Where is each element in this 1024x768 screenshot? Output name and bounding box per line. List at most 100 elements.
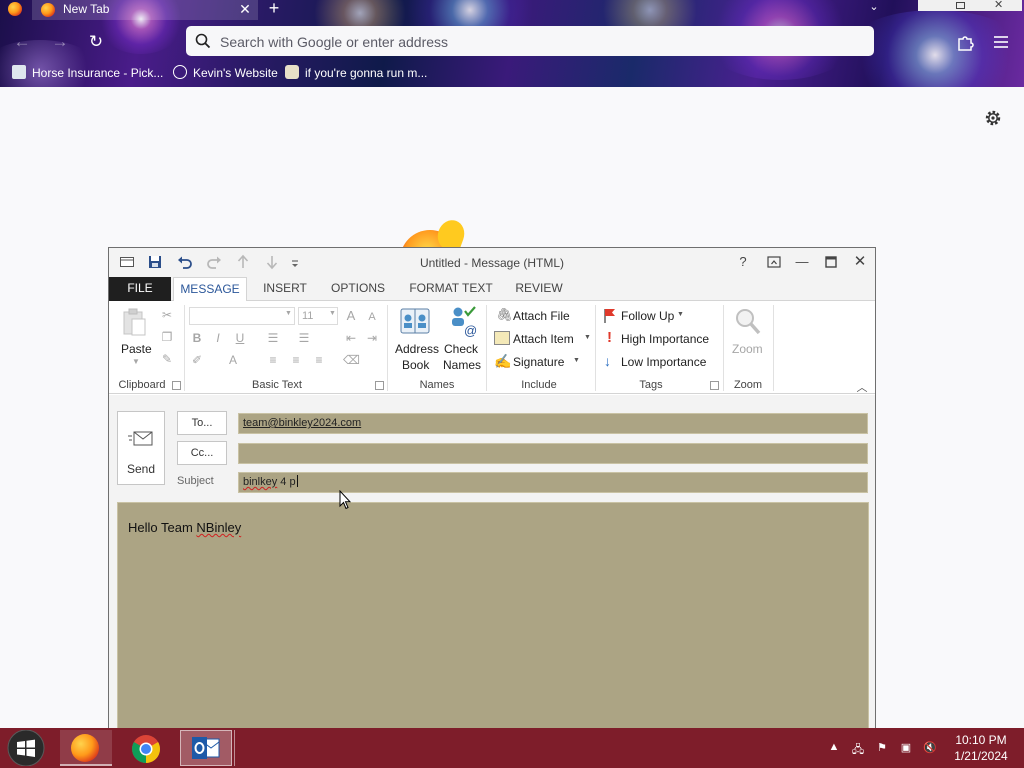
highlight-icon[interactable]: ✐ xyxy=(189,352,205,368)
maximize-icon[interactable] xyxy=(822,254,840,270)
tab-message[interactable]: MESSAGE xyxy=(173,277,247,302)
taskbar-firefox[interactable] xyxy=(60,730,112,766)
back-arrow-icon[interactable]: ← xyxy=(11,31,33,53)
shrink-font-icon[interactable]: A xyxy=(364,309,380,325)
mouse-pointer-icon xyxy=(339,490,351,510)
hamburger-menu-icon[interactable] xyxy=(991,32,1011,52)
ribbon-tab-bar: FILE MESSAGE INSERT OPTIONS FORMAT TEXT … xyxy=(109,277,875,302)
tab-title: New Tab xyxy=(63,2,110,16)
copy-icon[interactable]: ❐ xyxy=(159,329,175,345)
tab-file[interactable]: FILE xyxy=(109,277,171,301)
body-greeting: Hello Team xyxy=(128,520,197,535)
close-icon[interactable]: ✕ xyxy=(851,254,869,270)
bookmark-label: if you're gonna run m... xyxy=(305,66,428,80)
chevron-down-icon[interactable]: ⌄ xyxy=(866,0,882,16)
recipient-address: team@binkley2024.com xyxy=(243,417,362,429)
font-name-box[interactable]: ▼ xyxy=(189,307,295,325)
bookmark-item[interactable]: Horse Insurance - Pick... xyxy=(12,64,163,82)
tab-insert[interactable]: INSERT xyxy=(257,277,313,301)
check-names-label: Names xyxy=(443,358,482,372)
font-color-button[interactable]: A xyxy=(225,352,241,368)
numbering-icon[interactable]: ☰ xyxy=(296,330,312,346)
bookmark-item[interactable]: Kevin's Website xyxy=(173,64,278,82)
close-icon[interactable]: ✕ xyxy=(994,0,1003,11)
tab-options[interactable]: OPTIONS xyxy=(323,277,393,301)
decrease-indent-icon[interactable]: ⇤ xyxy=(343,330,359,346)
follow-up-button[interactable]: Follow Up ▼ xyxy=(601,307,691,325)
firefox-toolbar-area: New Tab ✕ + ⌄ ✕ ← → ↻ Search with Google… xyxy=(0,0,1024,87)
group-label-zoom: Zoom xyxy=(733,379,763,391)
gear-icon[interactable] xyxy=(983,108,1003,128)
show-hidden-icons-icon[interactable]: ▲ xyxy=(826,741,842,757)
bookmark-item[interactable]: if you're gonna run m... xyxy=(285,64,427,82)
speaker-muted-icon[interactable]: 🔇 xyxy=(922,741,938,757)
subject-field[interactable]: binlkey 4 p xyxy=(238,472,868,493)
font-size-box[interactable]: 11 ▼ xyxy=(298,307,338,325)
signature-button[interactable]: ✍ Signature ▼ xyxy=(493,353,589,371)
send-button[interactable]: Send xyxy=(117,411,165,485)
tab-new-tab[interactable]: New Tab ✕ xyxy=(32,0,258,20)
help-button[interactable]: ? xyxy=(734,254,752,270)
system-clock[interactable]: 10:10 PM 1/21/2024 xyxy=(948,732,1014,764)
group-divider xyxy=(387,305,388,391)
start-button[interactable] xyxy=(0,728,52,768)
low-importance-label: Low Importance xyxy=(621,355,707,369)
bold-button[interactable]: B xyxy=(189,330,205,346)
cc-button[interactable]: Cc... xyxy=(177,441,227,465)
cc-field[interactable] xyxy=(238,443,868,464)
zoom-button[interactable]: Zoom xyxy=(728,305,770,375)
grow-font-icon[interactable]: A xyxy=(343,308,359,324)
subject-text: 4 p xyxy=(277,476,296,488)
magnifier-icon xyxy=(736,309,761,335)
taskbar-outlook[interactable] xyxy=(180,730,232,766)
tab-review[interactable]: REVIEW xyxy=(509,277,569,301)
increase-indent-icon[interactable]: ⇥ xyxy=(364,330,380,346)
paste-button[interactable]: Paste ▼ xyxy=(113,305,157,373)
collapse-ribbon-icon[interactable]: ︿ xyxy=(855,379,869,394)
cut-icon[interactable]: ✂ xyxy=(159,307,175,323)
high-importance-button[interactable]: ! High Importance xyxy=(601,329,721,348)
high-importance-icon: ! xyxy=(607,329,612,346)
firefox-logo-icon xyxy=(71,734,99,762)
check-names-button[interactable]: @ Check Names xyxy=(440,305,482,375)
attach-item-button[interactable]: Attach Item ▼ xyxy=(493,330,595,348)
signature-label: Signature xyxy=(513,355,565,369)
clock-time: 10:10 PM xyxy=(955,733,1007,747)
extensions-icon[interactable] xyxy=(955,32,975,52)
window-title: Untitled - Message (HTML) xyxy=(419,256,565,270)
close-icon[interactable]: ✕ xyxy=(236,0,254,18)
action-center-flag-icon[interactable]: ⚑ xyxy=(874,741,890,757)
italic-button[interactable]: I xyxy=(210,330,226,346)
attach-file-button[interactable]: 🖇 Attach File xyxy=(493,307,589,325)
format-painter-icon[interactable]: ✎ xyxy=(159,351,175,367)
message-body[interactable]: Hello Team NBinley xyxy=(117,502,869,736)
taskbar-chrome[interactable] xyxy=(120,730,172,766)
ribbon-display-options-icon[interactable] xyxy=(765,254,783,270)
restore-icon[interactable] xyxy=(956,2,965,9)
address-book-button[interactable]: Address Book xyxy=(392,305,439,375)
underline-button[interactable]: U xyxy=(232,330,248,346)
align-right-icon[interactable]: ≡ xyxy=(311,352,327,368)
new-tab-button[interactable]: + xyxy=(264,0,284,18)
to-button[interactable]: To... xyxy=(177,411,227,435)
minimize-button[interactable]: — xyxy=(793,254,811,270)
bookmark-favicon-icon xyxy=(285,65,299,79)
reload-icon[interactable]: ↻ xyxy=(85,31,107,53)
low-importance-button[interactable]: ↓ Low Importance xyxy=(601,353,721,371)
network-icon[interactable]: 🖧 xyxy=(850,741,866,757)
dialog-launcher-icon[interactable] xyxy=(710,381,719,390)
bullets-icon[interactable]: ☰ xyxy=(265,330,281,346)
clear-formatting-icon[interactable]: ⌫ xyxy=(343,352,360,368)
url-bar[interactable]: Search with Google or enter address xyxy=(186,26,874,56)
chrome-logo-icon xyxy=(132,735,160,763)
device-icon[interactable]: ▣ xyxy=(898,741,914,757)
align-left-icon[interactable]: ≡ xyxy=(265,352,281,368)
align-center-icon[interactable]: ≡ xyxy=(288,352,304,368)
dialog-launcher-icon[interactable] xyxy=(375,381,384,390)
chevron-down-icon: ▼ xyxy=(285,310,292,317)
tab-format-text[interactable]: FORMAT TEXT xyxy=(403,277,499,301)
dialog-launcher-icon[interactable] xyxy=(172,381,181,390)
globe-icon xyxy=(173,65,187,79)
forward-arrow-icon[interactable]: → xyxy=(49,31,71,53)
to-field[interactable]: team@binkley2024.com xyxy=(238,413,868,434)
